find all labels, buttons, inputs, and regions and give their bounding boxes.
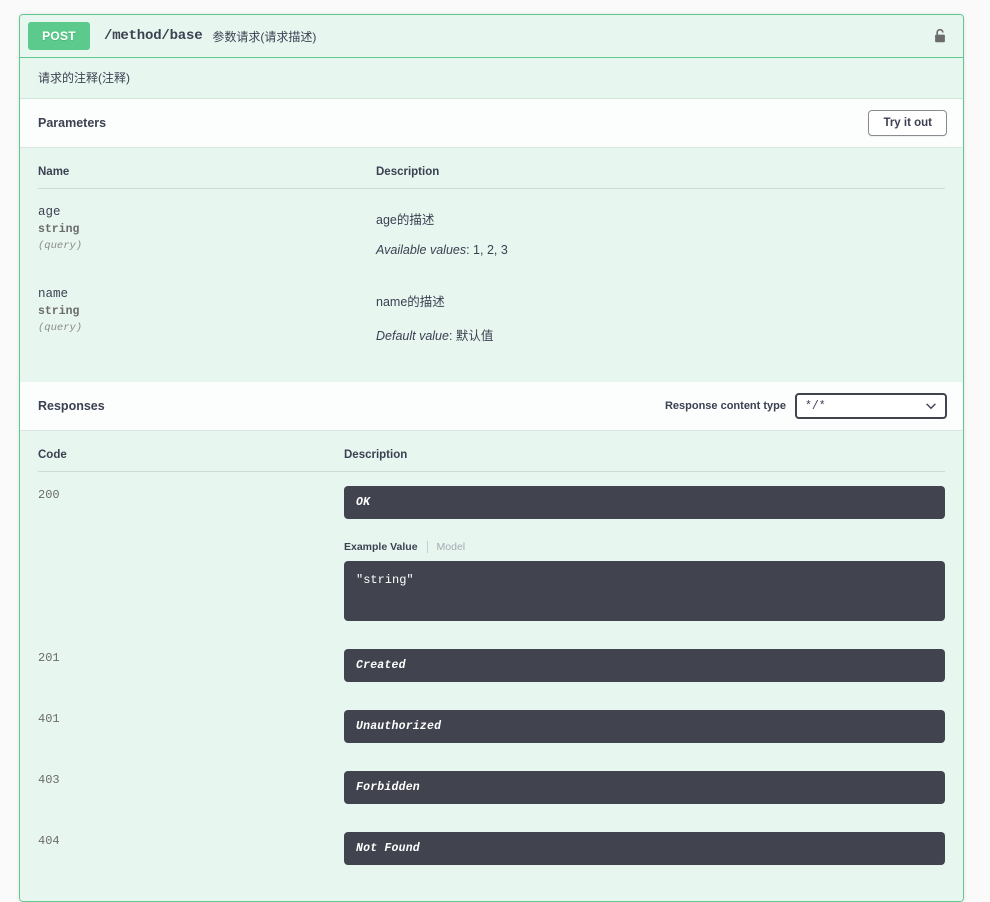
- operation-summary-bar[interactable]: POST /method/base 参数请求(请求描述): [20, 15, 963, 58]
- try-it-out-button[interactable]: Try it out: [868, 110, 947, 136]
- parameter-description: age的描述: [376, 213, 435, 227]
- response-content-type-label: Response content type: [664, 400, 786, 412]
- parameter-description: name的描述: [376, 295, 445, 309]
- response-description-401: Unauthorized: [344, 710, 945, 743]
- table-row: name string (query) name的描述 Default valu…: [38, 271, 945, 358]
- parameters-title: Parameters: [38, 116, 107, 130]
- parameters-table-wrap: Name Description age string (query) age的…: [20, 148, 963, 382]
- response-code-404: 404: [38, 834, 60, 848]
- responses-title: Responses: [38, 399, 105, 413]
- response-description-cell-401: Unauthorized: [344, 696, 945, 757]
- response-code-403: 403: [38, 773, 60, 787]
- operation-description: 请求的注释(注释): [20, 58, 963, 99]
- responses-table: Code Description 200 OK Example Value Mo…: [38, 431, 945, 879]
- table-row: 201 Created: [38, 635, 945, 696]
- parameters-column-description: Description: [376, 148, 945, 189]
- responses-column-code: Code: [38, 431, 344, 472]
- response-content-type-select[interactable]: */*: [795, 393, 947, 419]
- response-code-201: 201: [38, 651, 60, 665]
- response-description-404: Not Found: [344, 832, 945, 865]
- operation-block-bottom-padding: [20, 879, 963, 901]
- swagger-ui-page: POST /method/base 参数请求(请求描述) 请求的注释(注释) P…: [0, 0, 990, 902]
- authorization-lock-button[interactable]: [933, 28, 953, 44]
- tab-model[interactable]: Model: [428, 541, 466, 553]
- parameter-description-cell-name: name的描述 Default value: 默认值: [376, 271, 945, 358]
- parameter-meta-value: : 默认值: [448, 329, 494, 343]
- response-description-cell-200: OK Example Value Model "string": [344, 472, 945, 636]
- table-row: 403 Forbidden: [38, 757, 945, 818]
- operation-summary-text: 参数请求(请求描述): [212, 29, 317, 44]
- response-example-value-200: "string": [344, 561, 945, 621]
- response-description-403: Forbidden: [344, 771, 945, 804]
- parameter-default-value: Default value: 默认值: [376, 310, 945, 344]
- parameter-meta-label: Available values: [376, 243, 467, 257]
- parameter-name-cell-name: name string (query): [38, 271, 376, 358]
- response-description-cell-403: Forbidden: [344, 757, 945, 818]
- responses-table-header-row: Code Description: [38, 431, 945, 472]
- parameter-meta-label: Default value: [376, 329, 449, 343]
- tab-example-value[interactable]: Example Value: [344, 541, 427, 553]
- parameter-description-cell-age: age的描述 Available values: 1, 2, 3: [376, 189, 945, 272]
- table-row: 200 OK Example Value Model "string": [38, 472, 945, 636]
- operation-path: /method/base: [104, 28, 203, 44]
- parameter-meta-value: : 1, 2, 3: [466, 243, 508, 257]
- operation-block-post-method-base: POST /method/base 参数请求(请求描述) 请求的注释(注释) P…: [19, 14, 964, 902]
- response-code-401: 401: [38, 712, 60, 726]
- example-model-tabs: Example Value Model: [344, 541, 945, 553]
- response-description-201: Created: [344, 649, 945, 682]
- response-description-cell-404: Not Found: [344, 818, 945, 879]
- parameter-type: string: [38, 305, 80, 319]
- parameters-table-bottom-spacer: [38, 358, 945, 382]
- parameter-available-values: Available values: 1, 2, 3: [376, 228, 945, 257]
- table-row: age string (query) age的描述 Available valu…: [38, 189, 945, 272]
- parameters-table: Name Description age string (query) age的…: [38, 148, 945, 358]
- response-code-200: 200: [38, 488, 60, 502]
- table-row: 404 Not Found: [38, 818, 945, 879]
- parameter-location: (query): [38, 322, 83, 335]
- parameter-name: name: [38, 287, 69, 301]
- parameters-header: Parameters Try it out: [20, 99, 963, 148]
- parameter-location: (query): [38, 240, 83, 253]
- response-description-cell-201: Created: [344, 635, 945, 696]
- responses-table-wrap: Code Description 200 OK Example Value Mo…: [20, 431, 963, 879]
- parameter-name: age: [38, 205, 61, 219]
- parameter-type: string: [38, 223, 80, 237]
- table-row: 401 Unauthorized: [38, 696, 945, 757]
- lock-icon: [935, 28, 945, 43]
- response-content-type-value: */*: [805, 399, 826, 413]
- responses-column-description: Description: [344, 431, 945, 472]
- response-description-200: OK: [344, 486, 945, 519]
- responses-header: Responses Response content type */*: [20, 382, 963, 431]
- parameters-table-header-row: Name Description: [38, 148, 945, 189]
- parameters-column-name: Name: [38, 148, 376, 189]
- chevron-down-icon: [926, 403, 936, 410]
- http-method-badge: POST: [28, 22, 90, 50]
- parameter-name-cell-age: age string (query): [38, 189, 376, 272]
